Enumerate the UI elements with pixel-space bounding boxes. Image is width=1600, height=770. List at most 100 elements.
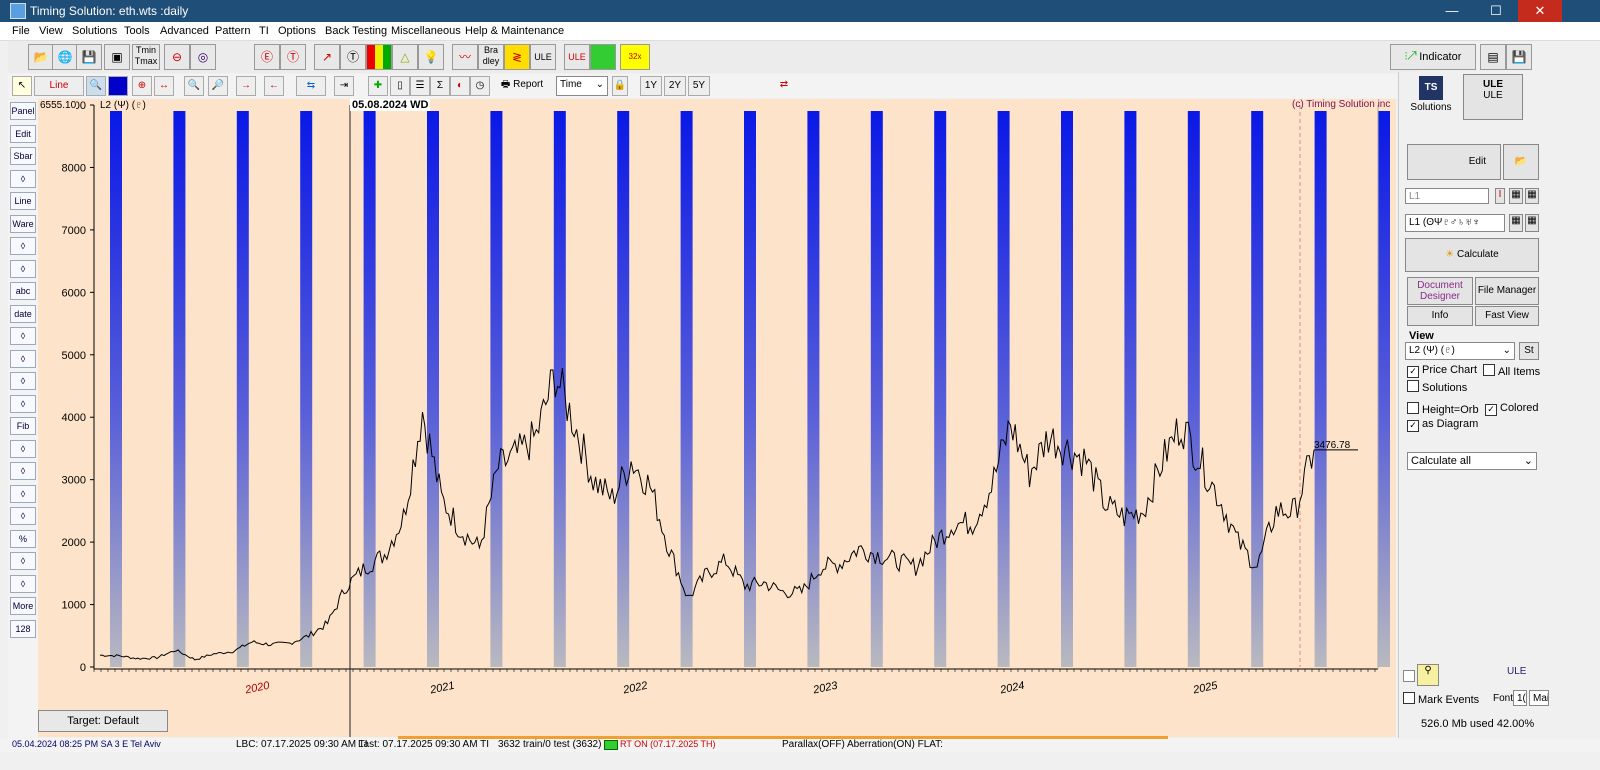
tmin-tmax-button[interactable]: Tmin Tmax [132,44,160,70]
grid-icon-1[interactable]: ▦ [1509,188,1523,204]
leftbar-lines3-icon[interactable]: ◊ [10,372,36,390]
fit-icon[interactable]: ⇥ [334,76,354,96]
t-icon[interactable]: Ⓣ [280,44,306,70]
ule-red-button[interactable]: ULE [564,44,590,70]
arrow-left-icon[interactable]: ← [264,76,284,96]
e-icon[interactable]: Ⓔ [254,44,280,70]
font-size-select[interactable]: 1( [1513,690,1527,706]
leftbar-edit-button[interactable]: Edit [10,124,36,143]
btn-2y[interactable]: 2Y [664,76,686,96]
l1-field[interactable]: L1 [1405,188,1489,204]
menu-advanced[interactable]: Advanced [160,25,209,37]
leftbar-wave-button[interactable]: Ware [10,214,36,233]
leftbar-dot-icon[interactable]: ◊ [10,484,36,503]
time-select[interactable]: Time ⌄ [556,76,608,96]
leftbar-lines4-icon[interactable]: ◊ [10,394,36,413]
pointer-icon[interactable]: ↖ [12,76,32,96]
menu-pattern[interactable]: Pattern [215,25,250,37]
calculate-button[interactable]: ☀ Calculate [1405,238,1539,272]
leftbar-panel-button[interactable]: Panel [10,102,36,120]
menu-help[interactable]: Help & Maintenance [465,25,564,37]
leftbar-list-icon[interactable]: ◊ [10,507,36,525]
edit-button[interactable]: Edit [1407,144,1501,180]
blue-square-icon[interactable] [108,76,128,96]
leftbar-sbar-button[interactable]: Sbar [10,147,36,165]
green-box-icon[interactable] [590,44,616,70]
clock-icon[interactable]: ◷ [470,76,490,96]
document-designer-button[interactable]: Document Designer [1407,277,1473,305]
menu-file[interactable]: File [12,25,30,37]
t-circle-icon[interactable]: Ⓣ [340,44,366,70]
line-tool[interactable]: Line [34,76,84,96]
mark-events-checkbox[interactable]: Mark Events [1403,692,1479,706]
price-chart-checkbox[interactable]: ✓ Price Chart [1407,364,1477,378]
menu-options[interactable]: Options [278,25,316,37]
doc-icon[interactable]: ▯ [390,76,410,96]
zoom-icon[interactable]: 🔍 [86,76,106,96]
tool-icon[interactable]: ⚲ [1417,664,1439,686]
wave-icon[interactable]: 〰 [452,44,478,70]
width-icon[interactable]: ↔ [154,76,174,96]
open-folder-icon[interactable]: 📂 [28,44,54,70]
grid-icon-4[interactable]: ▦ [1525,214,1539,232]
circle-grid-icon[interactable]: ◎ [190,44,216,70]
menu-tools[interactable]: Tools [124,25,150,37]
bradley-button[interactable]: Bra dley [478,44,504,70]
colored-checkbox[interactable]: ✓ Colored [1485,402,1539,416]
report-button[interactable]: 🖶 Report [496,76,548,96]
leftbar-heart-icon[interactable]: ◊ [10,169,36,188]
leftbar-lines1-icon[interactable]: ◊ [10,327,36,345]
btn-1y[interactable]: 1Y [640,76,662,96]
zigzag-icon[interactable]: ≷ [504,44,530,70]
plus-icon[interactable]: ✚ [368,76,388,96]
price-chart[interactable]: 0100020003000400050006000700080009000202… [38,99,1396,737]
menu-miscellaneous[interactable]: Miscellaneous [391,25,461,37]
leftbar-abc-button[interactable]: abc [10,282,36,300]
fast-view-button[interactable]: Fast View [1475,306,1539,326]
globe-icon[interactable]: 🌐 [52,44,78,70]
grid-icon-3[interactable]: ▦ [1509,214,1523,232]
arrow-right-icon[interactable]: → [236,76,256,96]
triangles-icon[interactable]: △ [392,44,418,70]
all-items-checkbox[interactable]: All Items [1483,364,1540,378]
grid-icon-2[interactable]: ▦ [1525,188,1539,204]
as-diagram-checkbox[interactable]: ✓ as Diagram [1407,418,1478,432]
menu-view[interactable]: View [39,25,63,37]
list-icon[interactable]: ☰ [410,76,430,96]
main-select[interactable]: Main [1529,690,1549,706]
cycle-icon[interactable]: ◐ [450,76,470,96]
scroll-icon[interactable]: ⇆ [296,76,326,96]
zoom-out-icon[interactable]: 🔍 [184,76,204,96]
calculate-all-select[interactable]: Calculate all ⌄ [1407,452,1537,470]
zoom-32x-button[interactable]: 32x [620,44,650,70]
leftbar-arc-icon[interactable]: ◊ [10,439,36,458]
btn-5y[interactable]: 5Y [688,76,710,96]
l1-select[interactable]: L1 (ʘΨ♇♂♄♅♆ [1405,214,1505,232]
solutions-checkbox[interactable]: Solutions [1407,380,1467,394]
close-button[interactable]: ✕ [1518,0,1562,22]
height-orb-checkbox[interactable]: Height=Orb [1407,402,1479,416]
solutions-button[interactable]: TS Solutions [1405,74,1457,120]
arrows-icon[interactable]: ⇄ [776,76,792,96]
leftbar-date-button[interactable]: date [10,304,36,323]
leftbar-map-icon[interactable]: ◊ [10,259,36,278]
ule-button[interactable]: ULE [530,44,556,70]
leftbar-fib-button[interactable]: Fib [10,417,36,435]
menu-back-testing[interactable]: Back Testing [325,25,387,37]
st-button[interactable]: St [1519,342,1539,360]
colors-icon[interactable] [366,44,392,70]
view-select[interactable]: L2 (Ψ) (♇) ⌄ [1405,342,1515,360]
leftbar-line-button[interactable]: Line [10,192,36,210]
maximize-button[interactable]: ☐ [1474,0,1518,22]
leftbar-128-button[interactable]: 128 [10,619,36,638]
trend-icon[interactable]: ↗ [314,44,340,70]
zoom-in-icon[interactable]: 🔎 [208,76,228,96]
target-button[interactable]: Target: Default [38,710,168,732]
cursor-icon[interactable]: I [1495,188,1505,204]
bulb-icon[interactable]: 💡 [418,44,444,70]
info-button[interactable]: Info [1407,306,1473,326]
leftbar-angle-icon[interactable]: ◊ [10,237,36,255]
file-manager-button[interactable]: File Manager [1475,277,1539,305]
menu-solutions[interactable]: Solutions [72,25,117,37]
folder-icon[interactable]: 📂 [1503,144,1539,180]
